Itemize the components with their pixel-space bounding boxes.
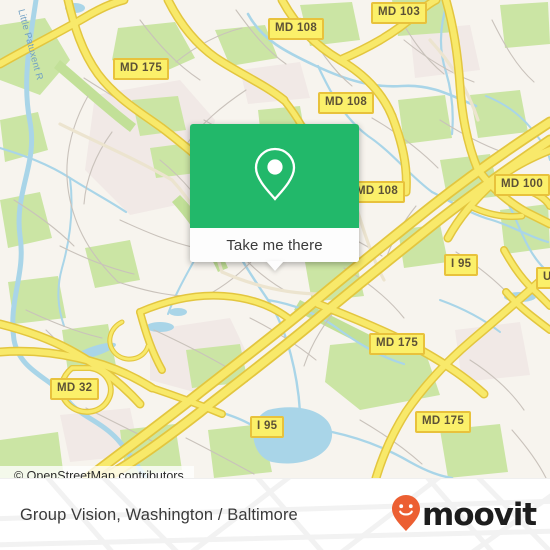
popup-image-area	[190, 124, 359, 228]
road-shield-md-100: MD 100	[494, 174, 550, 196]
road-shield-md-175-northwest: MD 175	[113, 58, 170, 80]
popup-pointer-tail	[265, 261, 284, 271]
map-attribution[interactable]: © OpenStreetMap contributors	[0, 466, 194, 478]
attribution-text: © OpenStreetMap contributors	[14, 469, 184, 478]
road-shield-md-175-center: MD 175	[369, 333, 426, 355]
road-shield-md-108-north: MD 108	[268, 18, 325, 40]
road-shield-md-108-center: MD 108	[318, 92, 375, 114]
road-shield-md-175-southeast: MD 175	[415, 411, 472, 433]
take-me-there-button[interactable]: Take me there	[190, 228, 359, 262]
map-canvas[interactable]: Little Patuxent R MD 103 MD 108 MD 175 M…	[0, 0, 550, 478]
map-pin-icon	[251, 145, 299, 208]
road-shield-i-95-east: I 95	[444, 254, 479, 276]
road-shield-md-32: MD 32	[50, 378, 100, 400]
station-popup-card[interactable]: Take me there	[190, 124, 359, 271]
page-footer: Group Vision, Washington / Baltimore moo…	[0, 478, 550, 550]
moovit-wordmark: moovit	[422, 496, 537, 533]
take-me-there-label: Take me there	[226, 236, 323, 254]
road-shield-md-103: MD 103	[371, 2, 428, 24]
station-title-text: Group Vision, Washington / Baltimore	[20, 505, 298, 524]
station-title: Group Vision, Washington / Baltimore	[20, 479, 298, 550]
moovit-logo[interactable]: moovit	[391, 479, 537, 550]
road-shield-us-route-clipped: US	[536, 267, 550, 289]
moovit-pin-icon	[391, 494, 421, 537]
road-shield-i-95-south: I 95	[250, 416, 285, 438]
moovit-station-map-page: Little Patuxent R MD 103 MD 108 MD 175 M…	[0, 0, 550, 550]
